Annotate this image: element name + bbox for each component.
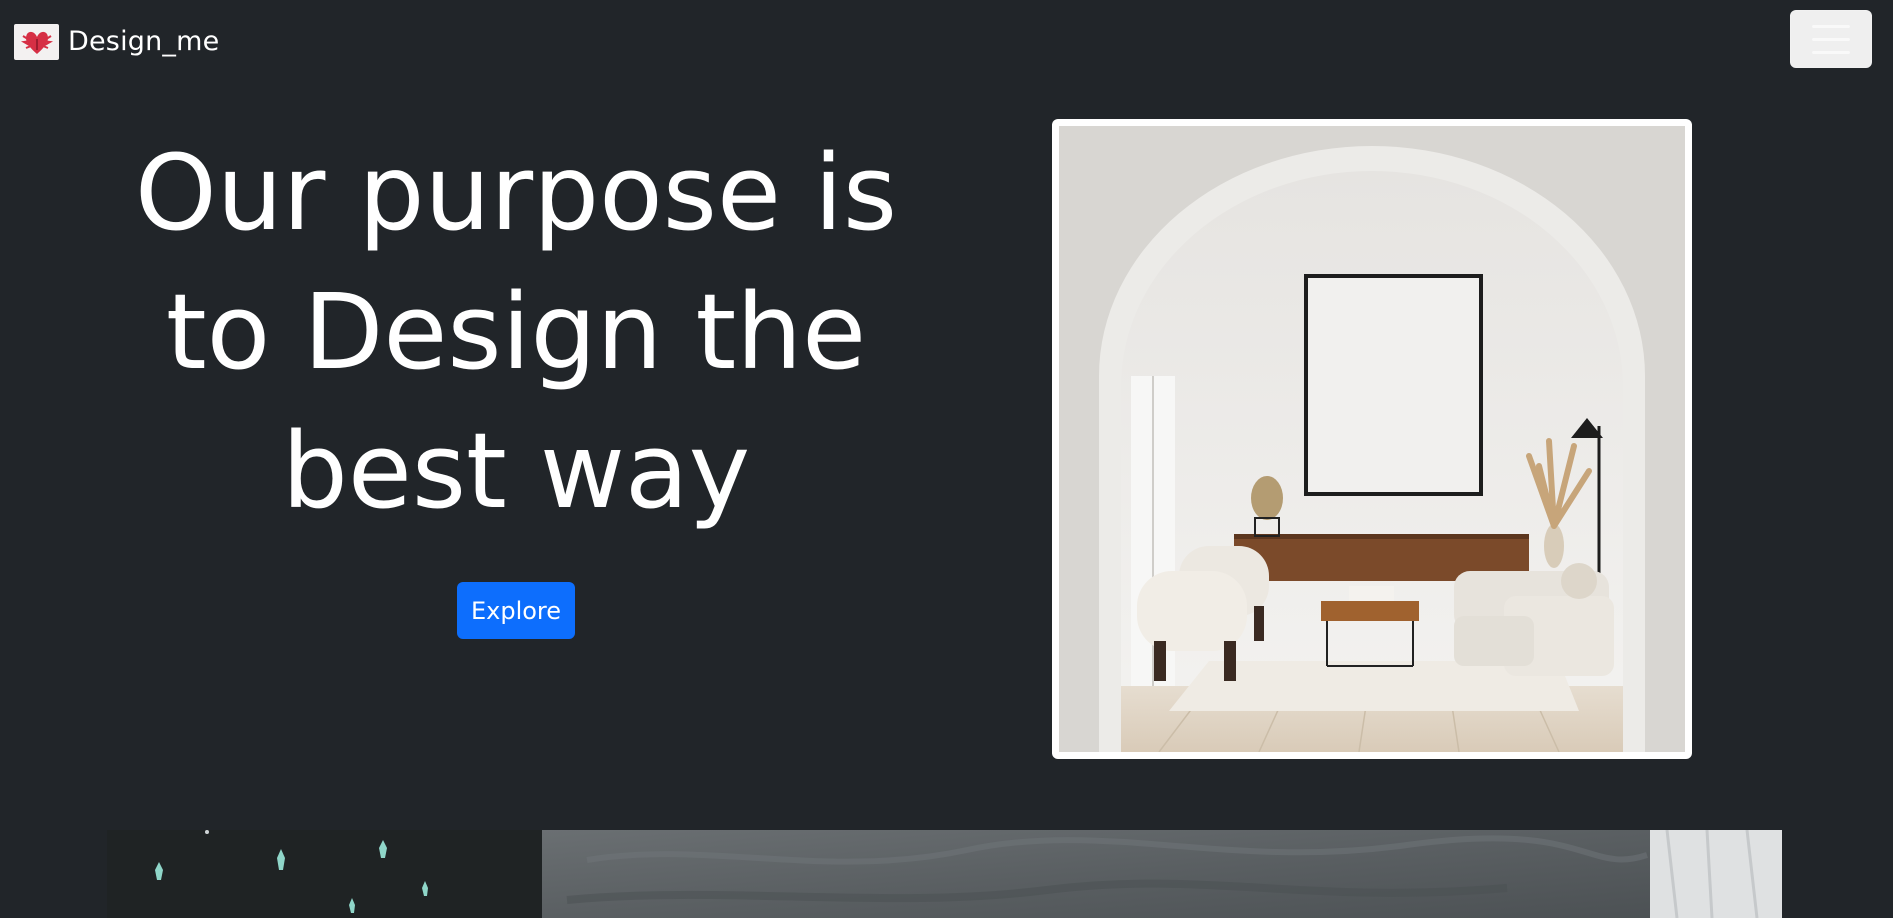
gallery-strip — [107, 830, 1782, 918]
interior-wall-photo — [107, 830, 1782, 918]
explore-button[interactable]: Explore — [457, 582, 575, 639]
hamburger-menu-icon-line — [1812, 37, 1850, 41]
brand-name: Design_me — [68, 26, 220, 57]
hamburger-menu-icon — [1812, 24, 1850, 28]
brand-link[interactable]: Design_me — [14, 20, 219, 64]
navbar: Design_me — [0, 0, 1893, 84]
hamburger-menu-icon-line — [1812, 50, 1850, 54]
living-room-image — [1059, 126, 1685, 752]
navbar-toggler-button[interactable] — [1790, 10, 1872, 68]
brand-logo-icon — [14, 24, 59, 60]
hero-title: Our purpose is to Design the best way — [134, 132, 898, 532]
hero-image-frame — [1052, 119, 1692, 759]
